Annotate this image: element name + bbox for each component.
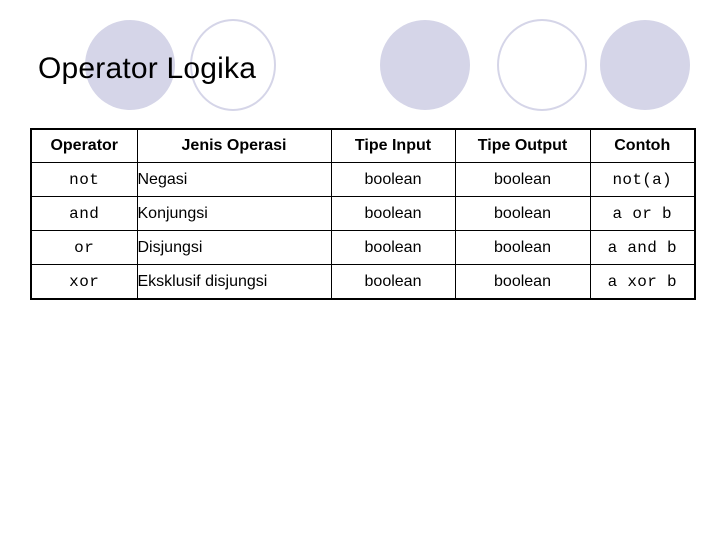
cell-tipe-output: boolean	[454, 230, 591, 265]
slide-canvas: Operator Logika Operator Jenis Operasi T…	[0, 0, 720, 540]
table-row: and Konjungsi boolean boolean a or b	[30, 196, 696, 231]
cell-jenis-operasi: Disjungsi	[136, 230, 332, 265]
decorative-circle-outline-icon	[497, 19, 587, 111]
column-header-tipe-output: Tipe Output	[454, 128, 591, 163]
logic-operators-table-container: Operator Jenis Operasi Tipe Input Tipe O…	[30, 128, 696, 300]
decorative-circle-filled-icon	[380, 20, 470, 110]
cell-tipe-output: boolean	[454, 162, 591, 197]
cell-operator: xor	[30, 264, 138, 300]
cell-tipe-input: boolean	[330, 196, 456, 231]
cell-tipe-input: boolean	[330, 264, 456, 300]
decorative-circle-filled-icon	[600, 20, 690, 110]
table-header-row: Operator Jenis Operasi Tipe Input Tipe O…	[30, 128, 696, 163]
cell-contoh: a or b	[589, 196, 696, 231]
table-row: or Disjungsi boolean boolean a and b	[30, 230, 696, 265]
cell-tipe-output: boolean	[454, 264, 591, 300]
cell-jenis-operasi: Eksklusif disjungsi	[136, 264, 332, 300]
cell-tipe-input: boolean	[330, 230, 456, 265]
table-row: not Negasi boolean boolean not(a)	[30, 162, 696, 197]
cell-tipe-input: boolean	[330, 162, 456, 197]
cell-contoh: not(a)	[589, 162, 696, 197]
table-row: xor Eksklusif disjungsi boolean boolean …	[30, 264, 696, 300]
cell-jenis-operasi: Konjungsi	[136, 196, 332, 231]
column-header-contoh: Contoh	[589, 128, 696, 163]
logic-operators-table: Operator Jenis Operasi Tipe Input Tipe O…	[30, 128, 696, 300]
cell-operator: and	[30, 196, 138, 231]
cell-operator: not	[30, 162, 138, 197]
cell-contoh: a and b	[589, 230, 696, 265]
cell-jenis-operasi: Negasi	[136, 162, 332, 197]
cell-tipe-output: boolean	[454, 196, 591, 231]
slide-title: Operator Logika	[38, 52, 257, 85]
column-header-operator: Operator	[30, 128, 138, 163]
column-header-tipe-input: Tipe Input	[330, 128, 456, 163]
cell-operator: or	[30, 230, 138, 265]
cell-contoh: a xor b	[589, 264, 696, 300]
column-header-jenis-operasi: Jenis Operasi	[136, 128, 332, 163]
